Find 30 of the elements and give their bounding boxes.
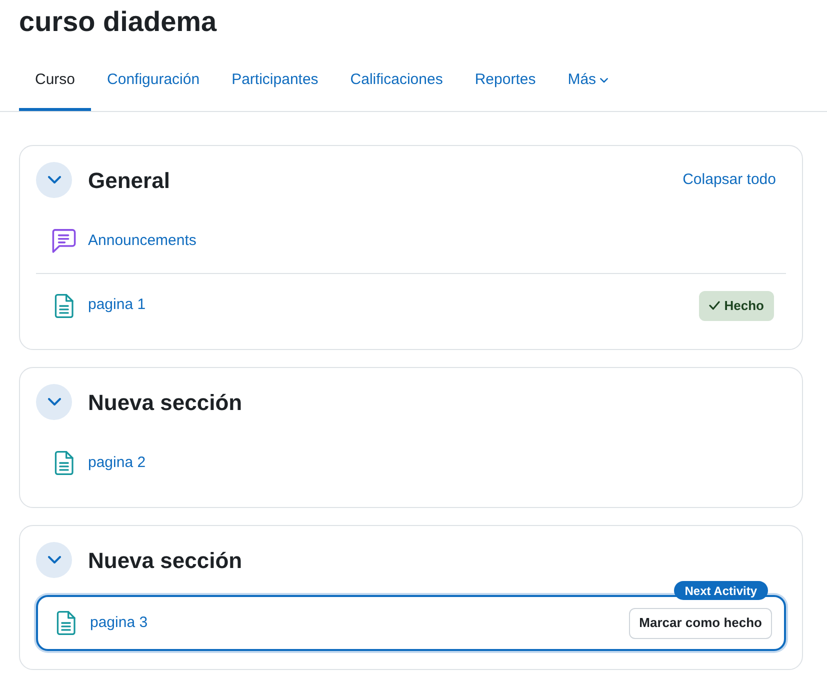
section-title: Nueva sección <box>88 546 242 574</box>
speech-bubble-icon <box>52 229 76 253</box>
nav-tab[interactable]: Calificaciones <box>334 49 459 111</box>
next-activity-badge: Next Activity <box>674 581 768 600</box>
activity-link[interactable]: pagina 1 <box>88 294 146 317</box>
collapse-button[interactable] <box>36 384 72 420</box>
collapse-all-link[interactable]: Colapsar todo <box>682 168 776 192</box>
document-icon <box>54 611 78 635</box>
chevron-down-icon <box>48 398 60 406</box>
section-title: Nueva sección <box>88 388 242 416</box>
caret-icon <box>600 78 608 82</box>
collapse-button[interactable] <box>36 162 72 198</box>
section-title: General <box>88 166 170 194</box>
chevron-down-icon <box>48 556 60 564</box>
nav-tab[interactable]: Curso <box>19 49 92 111</box>
activity-link[interactable]: Announcements <box>88 230 196 252</box>
check-icon <box>709 301 720 310</box>
nav-tab[interactable]: Participantes <box>216 49 334 111</box>
nav-tab[interactable]: Más <box>552 49 624 111</box>
document-icon <box>52 294 76 318</box>
chevron-down-icon <box>48 176 60 184</box>
document-icon <box>52 451 76 475</box>
nav-tab[interactable]: Configuración <box>91 49 216 111</box>
activity-link[interactable]: pagina 2 <box>88 452 146 474</box>
activity-link[interactable]: pagina 3 <box>90 612 148 634</box>
done-button[interactable]: Hecho <box>699 290 774 320</box>
mark-as-done-button[interactable]: Marcar como hecho <box>629 608 772 638</box>
nav-tab[interactable]: Reportes <box>458 49 552 111</box>
course-title: curso diadema <box>19 5 217 39</box>
collapse-button[interactable] <box>36 542 72 578</box>
